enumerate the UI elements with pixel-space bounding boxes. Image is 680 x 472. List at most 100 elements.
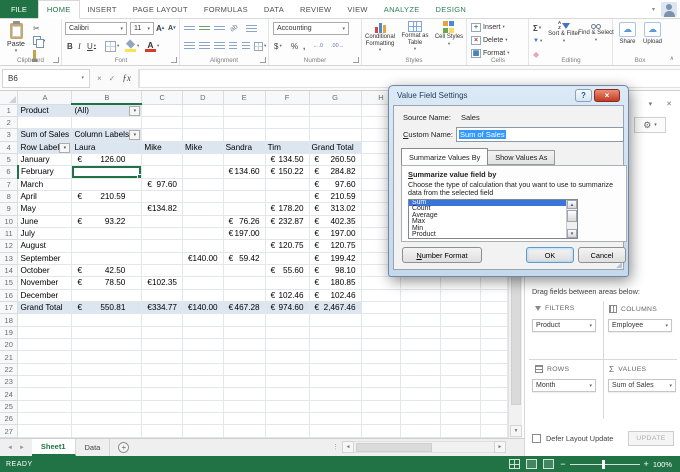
cell-B12[interactable] xyxy=(71,239,143,253)
cell-B13[interactable] xyxy=(71,252,143,265)
cell-I23[interactable] xyxy=(400,375,442,389)
cell-A4[interactable]: Row Labels ▾ xyxy=(17,141,73,154)
cell-E23[interactable] xyxy=(223,375,266,389)
name-box[interactable]: B6 ▾ xyxy=(2,68,90,88)
zoom-slider[interactable] xyxy=(569,459,640,469)
pane-close-icon[interactable]: ✕ xyxy=(666,100,672,108)
row-header-24[interactable]: 24 xyxy=(0,387,19,401)
cell-F9[interactable]: €178.20 xyxy=(265,202,310,216)
borders-button[interactable]: ▾ xyxy=(105,40,119,52)
cell-G2[interactable] xyxy=(309,116,362,130)
cell-B8[interactable]: €210.59 xyxy=(71,190,143,204)
cell-A23[interactable] xyxy=(17,375,73,389)
zoom-slider-thumb[interactable] xyxy=(601,459,605,469)
cell-I15[interactable] xyxy=(400,276,442,290)
share-button[interactable]: ☁ Share xyxy=(616,22,639,45)
cell-F13[interactable] xyxy=(265,252,310,265)
cell-B26[interactable] xyxy=(71,412,143,426)
cell-G18[interactable] xyxy=(309,313,362,327)
cell-F3[interactable] xyxy=(265,128,310,142)
cell-A16[interactable]: December xyxy=(17,289,73,303)
cell-C1[interactable] xyxy=(141,104,183,117)
cell-F1[interactable] xyxy=(265,104,310,117)
cell-I17[interactable] xyxy=(400,301,442,315)
column-header-G[interactable]: G xyxy=(309,91,362,105)
cell-J16[interactable] xyxy=(440,289,481,303)
next-sheet-icon[interactable]: ► xyxy=(19,445,25,451)
cell-G4[interactable]: Grand Total xyxy=(309,141,362,154)
align-top-icon[interactable] xyxy=(184,23,195,35)
cell-B27[interactable] xyxy=(71,424,143,438)
cell-A13[interactable]: September xyxy=(17,252,73,265)
cell-C20[interactable] xyxy=(141,338,183,352)
row-header-6[interactable]: 6 xyxy=(0,165,19,179)
cell-G21[interactable] xyxy=(309,350,362,364)
cell-E21[interactable] xyxy=(223,350,266,364)
cell-A25[interactable] xyxy=(17,400,73,414)
cell-A10[interactable]: June xyxy=(17,215,73,228)
percent-style-icon[interactable]: % xyxy=(291,40,298,52)
tab-data[interactable]: DATA xyxy=(256,0,292,18)
defer-layout-checkbox[interactable] xyxy=(532,434,541,443)
cell-D19[interactable] xyxy=(182,326,224,340)
cell-B4[interactable]: Laura xyxy=(71,141,143,154)
cell-D5[interactable] xyxy=(182,153,224,167)
prev-sheet-icon[interactable]: ◄ xyxy=(7,445,13,451)
cancel-entry-icon[interactable]: × xyxy=(97,74,102,83)
merge-center-button[interactable]: ▾ xyxy=(254,40,266,52)
cell-E19[interactable] xyxy=(223,326,266,340)
cell-K23[interactable] xyxy=(480,375,508,389)
filters-field-chip[interactable]: Product ▾ xyxy=(532,319,596,332)
cell-D27[interactable] xyxy=(182,424,224,438)
scroll-left-icon[interactable]: ◄ xyxy=(342,441,354,453)
row-header-8[interactable]: 8 xyxy=(0,190,19,204)
accounting-format-button[interactable]: $ ▾ xyxy=(274,40,282,52)
cell-G1[interactable] xyxy=(309,104,362,117)
cell-B23[interactable] xyxy=(71,375,143,389)
ok-button[interactable]: OK xyxy=(526,247,574,263)
cell-G9[interactable]: €313.02 xyxy=(309,202,362,216)
listbox-scroll-down-icon[interactable]: ▼ xyxy=(567,228,577,238)
cell-H16[interactable] xyxy=(361,289,402,303)
listbox-scroll-thumb[interactable] xyxy=(567,209,577,222)
tab-file[interactable]: FILE xyxy=(0,0,38,18)
cell-C11[interactable] xyxy=(141,227,183,241)
dialog-close-icon[interactable]: × xyxy=(594,89,620,102)
cell-D26[interactable] xyxy=(182,412,224,426)
cell-B15[interactable]: €78.50 xyxy=(71,276,143,290)
cell-I22[interactable] xyxy=(400,363,442,377)
cell-K25[interactable] xyxy=(480,400,508,414)
cell-I20[interactable] xyxy=(400,338,442,352)
wrap-text-button[interactable] xyxy=(246,23,257,35)
cell-I19[interactable] xyxy=(400,326,442,340)
row-header-21[interactable]: 21 xyxy=(0,350,19,364)
cell-H27[interactable] xyxy=(361,424,402,438)
cell-C16[interactable] xyxy=(141,289,183,303)
cell-H17[interactable] xyxy=(361,301,402,315)
cell-G17[interactable]: €2,467.46 xyxy=(309,301,362,315)
font-name-combo[interactable]: Calibri ▾ xyxy=(65,22,127,35)
row-header-17[interactable]: 17 xyxy=(0,301,19,315)
row-header-15[interactable]: 15 xyxy=(0,276,19,290)
column-header-F[interactable]: F xyxy=(265,91,310,105)
cell-E8[interactable] xyxy=(223,190,266,204)
horizontal-scroll-thumb[interactable] xyxy=(356,443,432,452)
cell-D8[interactable] xyxy=(182,190,224,204)
cell-E1[interactable] xyxy=(223,104,266,117)
cell-G20[interactable] xyxy=(309,338,362,352)
font-color-button[interactable]: A ▾ xyxy=(145,40,159,52)
cell-K22[interactable] xyxy=(480,363,508,377)
row-header-10[interactable]: 10 xyxy=(0,215,19,228)
cell-F15[interactable] xyxy=(265,276,310,290)
cell-D15[interactable] xyxy=(182,276,224,290)
cell-F25[interactable] xyxy=(265,400,310,414)
cell-K27[interactable] xyxy=(480,424,508,438)
decrease-font-icon[interactable]: A ▾ xyxy=(168,22,176,34)
enter-entry-icon[interactable]: ✓ xyxy=(109,74,116,83)
fill-color-button[interactable]: ▾ xyxy=(125,38,139,52)
cell-E6[interactable]: €134.60 xyxy=(223,165,266,179)
zoom-in-icon[interactable]: + xyxy=(644,459,649,469)
cell-E5[interactable] xyxy=(223,153,266,167)
cell-F18[interactable] xyxy=(265,313,310,327)
cell-A7[interactable]: March xyxy=(17,178,73,191)
